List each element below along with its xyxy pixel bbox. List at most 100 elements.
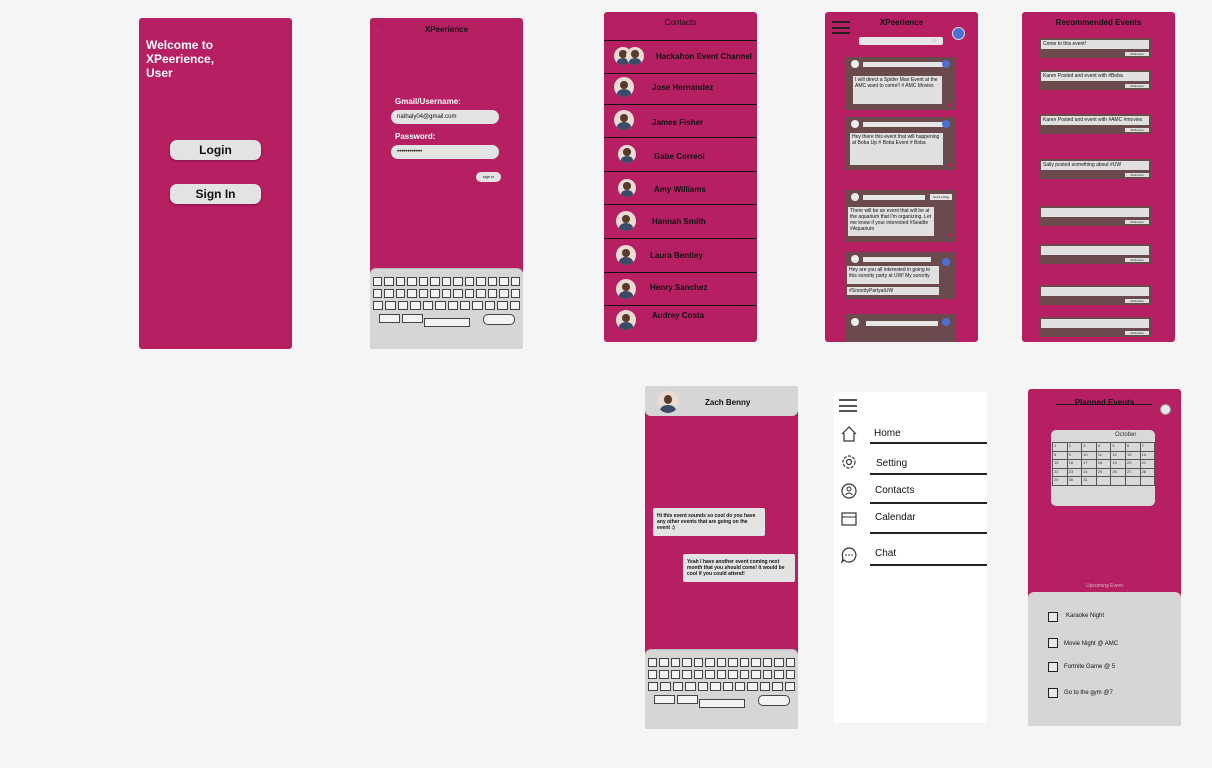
avatar	[851, 318, 859, 326]
keyboard[interactable]	[645, 649, 798, 729]
recommended-item[interactable]: Click here	[1039, 317, 1151, 337]
message-icon[interactable]	[942, 60, 950, 68]
event-checkbox[interactable]	[1048, 688, 1058, 698]
planned-title: Planned Events	[1074, 398, 1135, 407]
contact-name: Hannah Smith	[652, 217, 706, 226]
contacts-screen: Contacts Hackahon Event Channel Jose Her…	[604, 12, 757, 342]
contact-name: Hackahon Event Channel	[656, 52, 753, 61]
chat-header: Zach Benny	[645, 386, 798, 416]
feed-title: XPeerience	[879, 18, 924, 27]
avatar	[614, 110, 634, 130]
feed-post[interactable]: Hey there this event that will happening…	[845, 117, 956, 170]
sent-message: Yeah I have another event coming next mo…	[683, 554, 795, 582]
upcoming-label: Upcoming Event	[1086, 583, 1123, 589]
notification-dot	[948, 103, 952, 107]
contact-item[interactable]: Gabe Correoi	[604, 139, 757, 172]
message-icon[interactable]	[942, 120, 950, 128]
password-input[interactable]: ••••••••••••	[391, 145, 499, 159]
signin-title: XPeerience	[424, 25, 469, 34]
contact-item[interactable]: Hackahon Event Channel	[604, 40, 757, 74]
profile-avatar[interactable]	[952, 27, 965, 40]
calendar-day[interactable]: 31	[1081, 476, 1097, 486]
planned-events-screen: Planned Events October 1 2 3 4 5 6 7 8 9 10 11 12 13…	[1028, 389, 1181, 726]
post-header-bar	[863, 195, 925, 200]
contact-name: Henry Sanchez	[650, 283, 708, 292]
search-input[interactable]	[859, 37, 943, 45]
calendar-card[interactable]: October 1 2 3 4 5 6 7 8 9 10 11 12 13 14 15 16 17 18 19 20 2…	[1051, 430, 1156, 506]
notification-dot	[948, 233, 952, 237]
recommended-item[interactable]: Karen Posted and event with #Boba Click h…	[1039, 70, 1151, 90]
calendar-icon	[841, 512, 857, 526]
recommended-item[interactable]: Karen Posted and event with #AMC #movies…	[1039, 114, 1151, 134]
recommended-item[interactable]: Click here	[1039, 244, 1151, 264]
signin-button[interactable]: Sign In	[170, 184, 261, 204]
signin-submit-button[interactable]: sign in	[476, 172, 501, 182]
feed-post[interactable]	[845, 314, 956, 342]
post-header-bar	[863, 122, 948, 127]
avatar	[851, 193, 859, 201]
hamburger-menu-icon[interactable]	[839, 399, 857, 412]
contact-item[interactable]: Audrey Costa	[604, 305, 757, 337]
username-input[interactable]: nathaly04@gmail.com	[391, 110, 499, 124]
event-checkbox[interactable]	[1048, 662, 1058, 672]
profile-avatar[interactable]	[1160, 404, 1171, 415]
avatar	[851, 60, 859, 68]
menu-label: Setting	[876, 458, 908, 469]
signin-screen: ‹ XPeerience Gmail/Username: nathaly04@g…	[370, 18, 523, 349]
recommended-item[interactable]: Click here	[1039, 206, 1151, 226]
calendar-day[interactable]	[1110, 476, 1126, 486]
avatar	[616, 211, 636, 231]
join-button[interactable]: Send a Msg	[930, 194, 952, 200]
recommended-item[interactable]: Come to this event! Click here	[1039, 38, 1151, 58]
feed-post[interactable]: I will direct a Spider Man Event at the …	[845, 57, 956, 110]
login-button[interactable]: Login	[170, 140, 261, 160]
menu-label: Calendar	[875, 512, 916, 523]
contact-item[interactable]: Hannah Smith	[604, 206, 757, 239]
received-message: Hi this event sounds so cool do you have…	[653, 508, 765, 536]
feed-post[interactable]: Send a Msg There will be an event that w…	[845, 190, 956, 242]
search-icon[interactable]: ⌕	[933, 38, 936, 44]
post-header-bar	[863, 257, 931, 262]
return-key[interactable]	[758, 695, 790, 706]
contact-item[interactable]: Jose Hernandez	[604, 72, 757, 105]
avatar	[614, 77, 634, 97]
contact-item[interactable]: Amy Williams	[604, 172, 757, 205]
home-icon	[841, 426, 857, 442]
contact-item[interactable]: James Fisher	[604, 105, 757, 138]
avatar	[618, 179, 636, 197]
event-checkbox[interactable]	[1048, 638, 1058, 648]
contact-item[interactable]: Henry Sanchez	[604, 273, 757, 306]
calendar-day[interactable]	[1139, 476, 1156, 486]
welcome-title: Welcome to XPeerience, User	[146, 38, 215, 80]
event-checkbox[interactable]	[1048, 612, 1058, 622]
recommended-item[interactable]: Click here	[1039, 285, 1151, 305]
keyboard[interactable]	[370, 268, 523, 349]
calendar-grid[interactable]: 1 2 3 4 5 6 7 8 9 10 11 12 13 14 15 16 17 18 19 20 21 22 23 24 2…	[1051, 440, 1156, 486]
post-hashtag: #SororityPartyatUW	[847, 287, 939, 295]
feed-post[interactable]: Hey are you all interested in going to t…	[845, 252, 956, 299]
return-key[interactable]	[483, 314, 515, 325]
message-icon[interactable]	[942, 258, 950, 266]
calendar-day[interactable]	[1125, 476, 1141, 486]
avatar	[616, 279, 636, 299]
post-text: I will direct a Spider Man Event at the …	[853, 76, 942, 104]
spacebar[interactable]	[699, 699, 745, 708]
contact-item[interactable]: Laura Bentley	[604, 240, 757, 273]
contact-name: Audrey Costa	[652, 311, 705, 320]
calendar-day[interactable]: 30	[1066, 476, 1083, 486]
event-label: Go to the gym @7	[1064, 690, 1113, 696]
gear-icon	[842, 455, 856, 469]
password-label: Password:	[395, 132, 436, 141]
contact-name: Laura Bentley	[650, 251, 703, 260]
spacebar[interactable]	[424, 318, 470, 327]
recommended-item[interactable]: Sally posted something about #UW Click he…	[1039, 159, 1151, 179]
calendar-day[interactable]: 29	[1052, 476, 1068, 486]
contact-name: Jose Hernandez	[652, 83, 714, 92]
calendar-day[interactable]	[1095, 476, 1112, 486]
avatar	[618, 145, 636, 163]
contacts-title: Contacts	[664, 18, 697, 27]
upcoming-events-panel: Karaoke Night Movie Night @ AMC Fortnite…	[1028, 592, 1181, 726]
avatar	[851, 255, 859, 263]
message-icon[interactable]	[942, 318, 950, 326]
contact-name: Amy Williams	[654, 185, 706, 194]
